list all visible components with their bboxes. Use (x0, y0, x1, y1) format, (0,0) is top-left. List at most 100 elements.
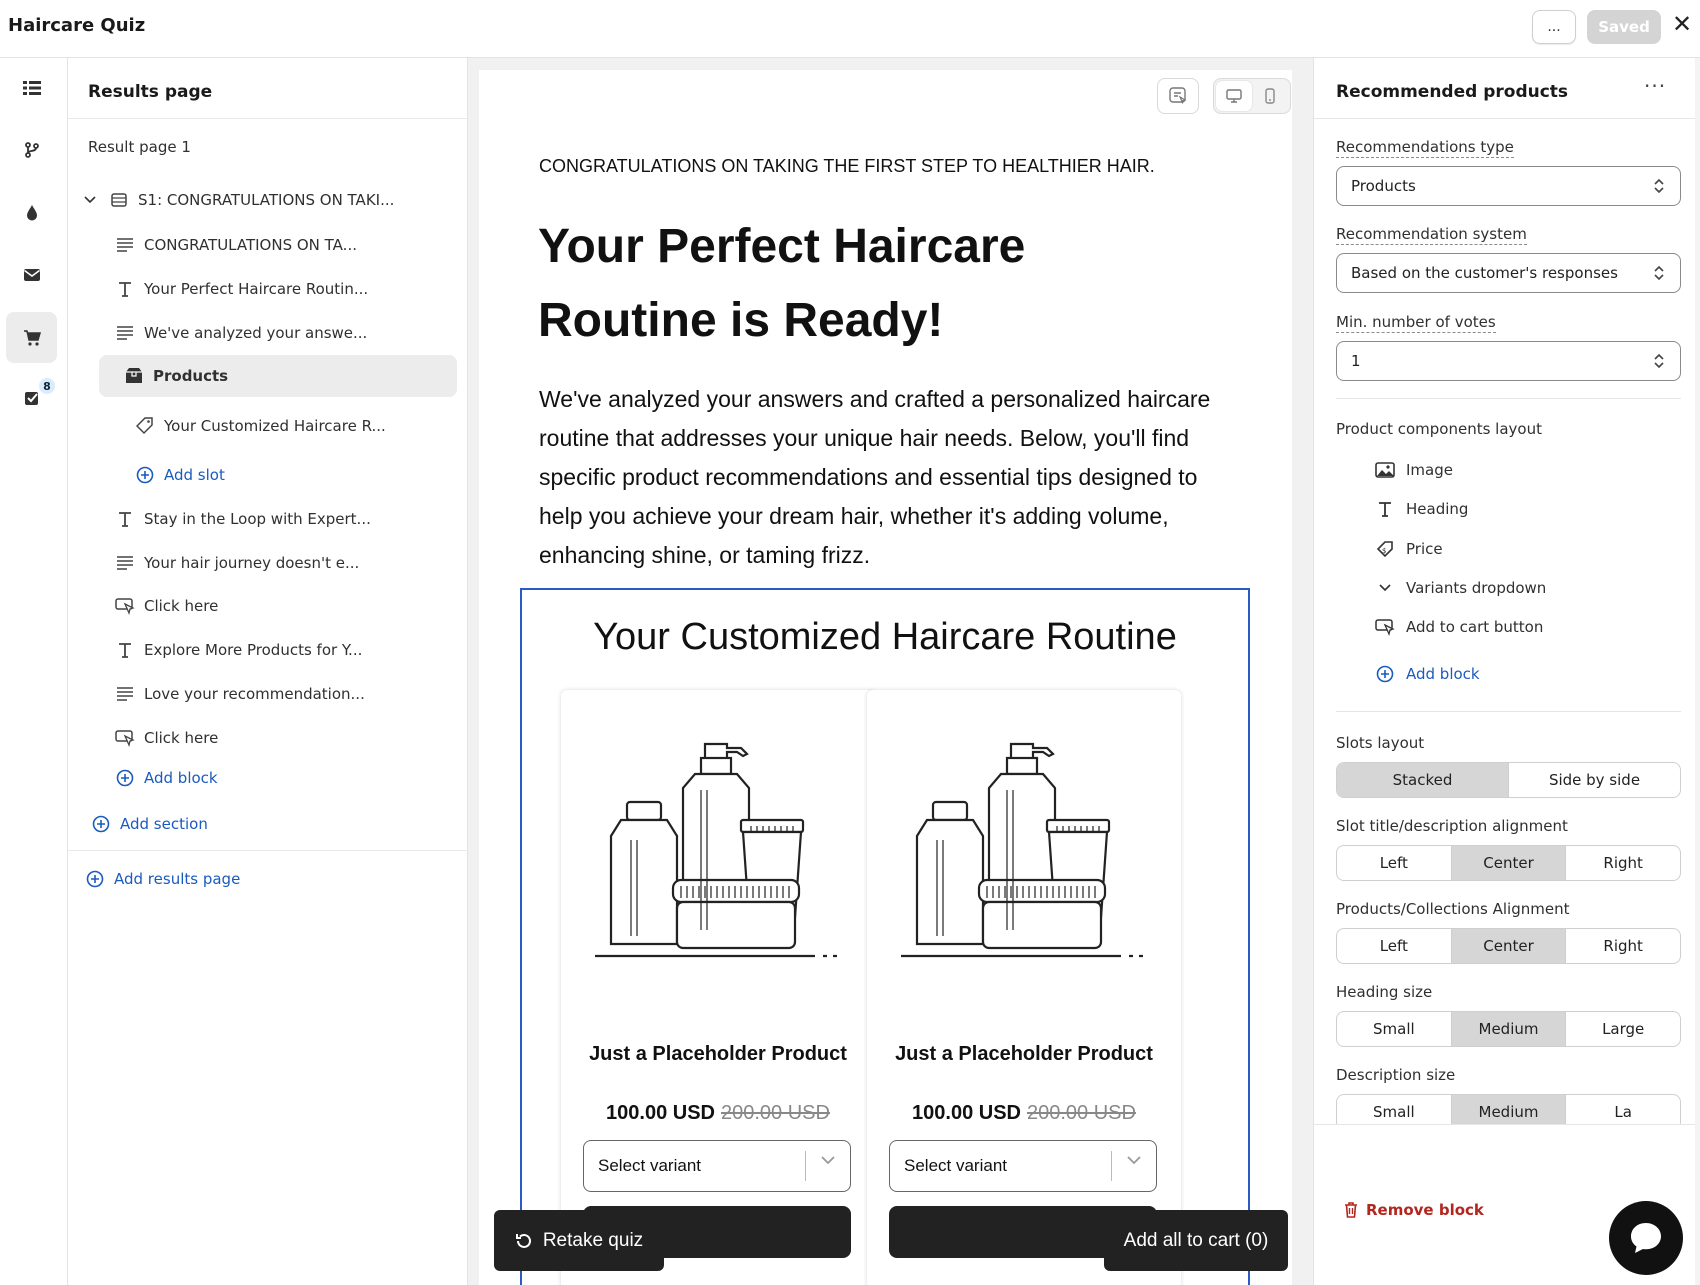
option-side-by-side[interactable]: Side by side (1509, 763, 1680, 797)
component-add-to-cart[interactable]: Add to cart button (1374, 616, 1543, 638)
settings-scrollbar[interactable] (1695, 58, 1700, 1285)
divider (1314, 118, 1695, 119)
notification-badge: 8 (39, 378, 55, 394)
tree-item-button-2[interactable]: Click here (114, 727, 218, 749)
heading-icon (114, 639, 136, 661)
components-label: Product components layout (1336, 420, 1542, 438)
section-row[interactable]: S1: CONGRATULATIONS ON TAKI... (82, 189, 394, 211)
paragraph-icon (114, 683, 136, 705)
recommended-products-block[interactable]: Your Customized Haircare Routine Just a … (520, 588, 1250, 1285)
tree-item-products[interactable]: Products (99, 355, 457, 397)
heading-icon (1374, 498, 1396, 520)
variant-select-label: Select variant (598, 1156, 701, 1175)
close-icon[interactable]: ✕ (1672, 12, 1692, 36)
tree-item-label: Stay in the Loop with Expert... (144, 510, 371, 528)
trash-icon (1344, 1202, 1358, 1218)
button-icon (114, 727, 136, 749)
rec-type-select[interactable]: Products (1336, 166, 1681, 206)
tree-item-kicker[interactable]: CONGRATULATIONS ON TA... (114, 234, 357, 256)
tree-item-label: Your hair journey doesn't e... (144, 554, 360, 572)
add-all-to-cart-button[interactable]: Add all to cart (0) (1104, 1210, 1288, 1271)
option-left[interactable]: Left (1337, 846, 1452, 880)
tree-item-headline[interactable]: Your Perfect Haircare Routin... (114, 278, 368, 300)
description-size-label: Description size (1336, 1066, 1456, 1084)
products-align-label: Products/Collections Alignment (1336, 900, 1570, 918)
list-icon[interactable] (6, 62, 57, 113)
saved-button[interactable]: Saved (1587, 10, 1661, 44)
desktop-icon[interactable] (1216, 81, 1252, 111)
variant-select[interactable]: Select variant (583, 1140, 851, 1192)
add-component-button[interactable]: Add block (1374, 663, 1480, 685)
min-votes-input[interactable]: 1 (1336, 341, 1681, 381)
remove-block-button[interactable]: Remove block (1344, 1201, 1484, 1219)
cart-icon[interactable] (6, 312, 57, 363)
tree-item-label: Products (153, 367, 229, 385)
add-section-label: Add section (120, 815, 208, 833)
option-left[interactable]: Left (1337, 929, 1452, 963)
chat-bubble-icon[interactable] (1609, 1201, 1683, 1275)
component-price[interactable]: $ Price (1374, 538, 1443, 560)
tree-item-journey-text[interactable]: Your hair journey doesn't e... (114, 552, 359, 574)
chevron-down-icon[interactable] (82, 189, 98, 211)
component-image[interactable]: Image (1374, 459, 1453, 481)
tree-item-stay-heading[interactable]: Stay in the Loop with Expert... (114, 508, 371, 530)
rec-system-label: Recommendation system (1336, 225, 1527, 245)
inspect-icon[interactable] (1157, 78, 1199, 114)
mail-icon[interactable] (6, 249, 57, 300)
drop-icon[interactable] (6, 187, 57, 238)
component-label: Image (1406, 461, 1453, 479)
divider (1336, 711, 1681, 712)
settings-panel: Recommended products ··· Recommendations… (1313, 58, 1700, 1285)
preview-frame: CONGRATULATIONS ON TAKING THE FIRST STEP… (479, 70, 1292, 1285)
retake-quiz-button[interactable]: Retake quiz (494, 1210, 664, 1271)
add-results-page-label: Add results page (114, 870, 241, 888)
component-variants[interactable]: Variants dropdown (1374, 577, 1546, 599)
option-medium[interactable]: Medium (1451, 1012, 1567, 1046)
retake-quiz-label: Retake quiz (542, 1229, 644, 1251)
min-votes-value: 1 (1351, 352, 1361, 370)
heading-size-label: Heading size (1336, 983, 1433, 1001)
tree-item-button-1[interactable]: Click here (114, 595, 218, 617)
tree-item-label: Explore More Products for Y... (144, 641, 363, 659)
preview-headline: Your Perfect Haircare Routine is Ready! (538, 220, 1026, 347)
rec-system-select[interactable]: Based on the customer's responses (1336, 253, 1681, 293)
add-section-button[interactable]: Add section (90, 813, 208, 835)
option-stacked[interactable]: Stacked (1337, 763, 1509, 797)
add-block-button[interactable]: Add block (114, 767, 218, 789)
option-large[interactable]: Large (1566, 1012, 1680, 1046)
component-label: Price (1406, 540, 1443, 558)
more-actions-button[interactable]: ... (1532, 10, 1576, 44)
option-center[interactable]: Center (1451, 846, 1567, 880)
product-image (595, 742, 837, 958)
component-heading[interactable]: Heading (1374, 498, 1468, 520)
tree-item-love-text[interactable]: Love your recommendation... (114, 683, 365, 705)
rec-type-value: Products (1351, 177, 1416, 195)
slots-layout-toggle: Stacked Side by side (1336, 762, 1681, 798)
heading-icon (114, 508, 136, 530)
slots-layout-label: Slots layout (1336, 734, 1425, 752)
result-page-label[interactable]: Result page 1 (88, 136, 191, 158)
slot-align-toggle: Left Center Right (1336, 845, 1681, 881)
option-right[interactable]: Right (1566, 929, 1680, 963)
check-icon[interactable]: 8 (6, 372, 57, 423)
option-center[interactable]: Center (1451, 929, 1567, 963)
add-results-page-button[interactable]: Add results page (84, 868, 240, 890)
variant-select[interactable]: Select variant (889, 1140, 1157, 1192)
option-small[interactable]: Small (1337, 1012, 1452, 1046)
settings-more-button[interactable]: ··· (1644, 74, 1666, 98)
mobile-icon[interactable] (1252, 81, 1288, 111)
add-slot-button[interactable]: Add slot (134, 464, 225, 486)
paragraph-icon (114, 322, 136, 344)
tree-item-intro[interactable]: We've analyzed your answe... (114, 322, 367, 344)
products-align-toggle: Left Center Right (1336, 928, 1681, 964)
tree-item-slot[interactable]: Your Customized Haircare R... (134, 415, 386, 437)
preview-canvas: CONGRATULATIONS ON TAKING THE FIRST STEP… (468, 58, 1313, 1285)
app-title: Haircare Quiz (8, 15, 146, 36)
option-right[interactable]: Right (1566, 846, 1680, 880)
variant-select-label: Select variant (904, 1156, 1007, 1175)
tree-item-explore-heading[interactable]: Explore More Products for Y... (114, 639, 362, 661)
tree-item-label: Click here (144, 597, 219, 615)
min-votes-label: Min. number of votes (1336, 313, 1496, 333)
stepper-icon[interactable] (1653, 352, 1665, 370)
branch-icon[interactable] (6, 124, 57, 175)
